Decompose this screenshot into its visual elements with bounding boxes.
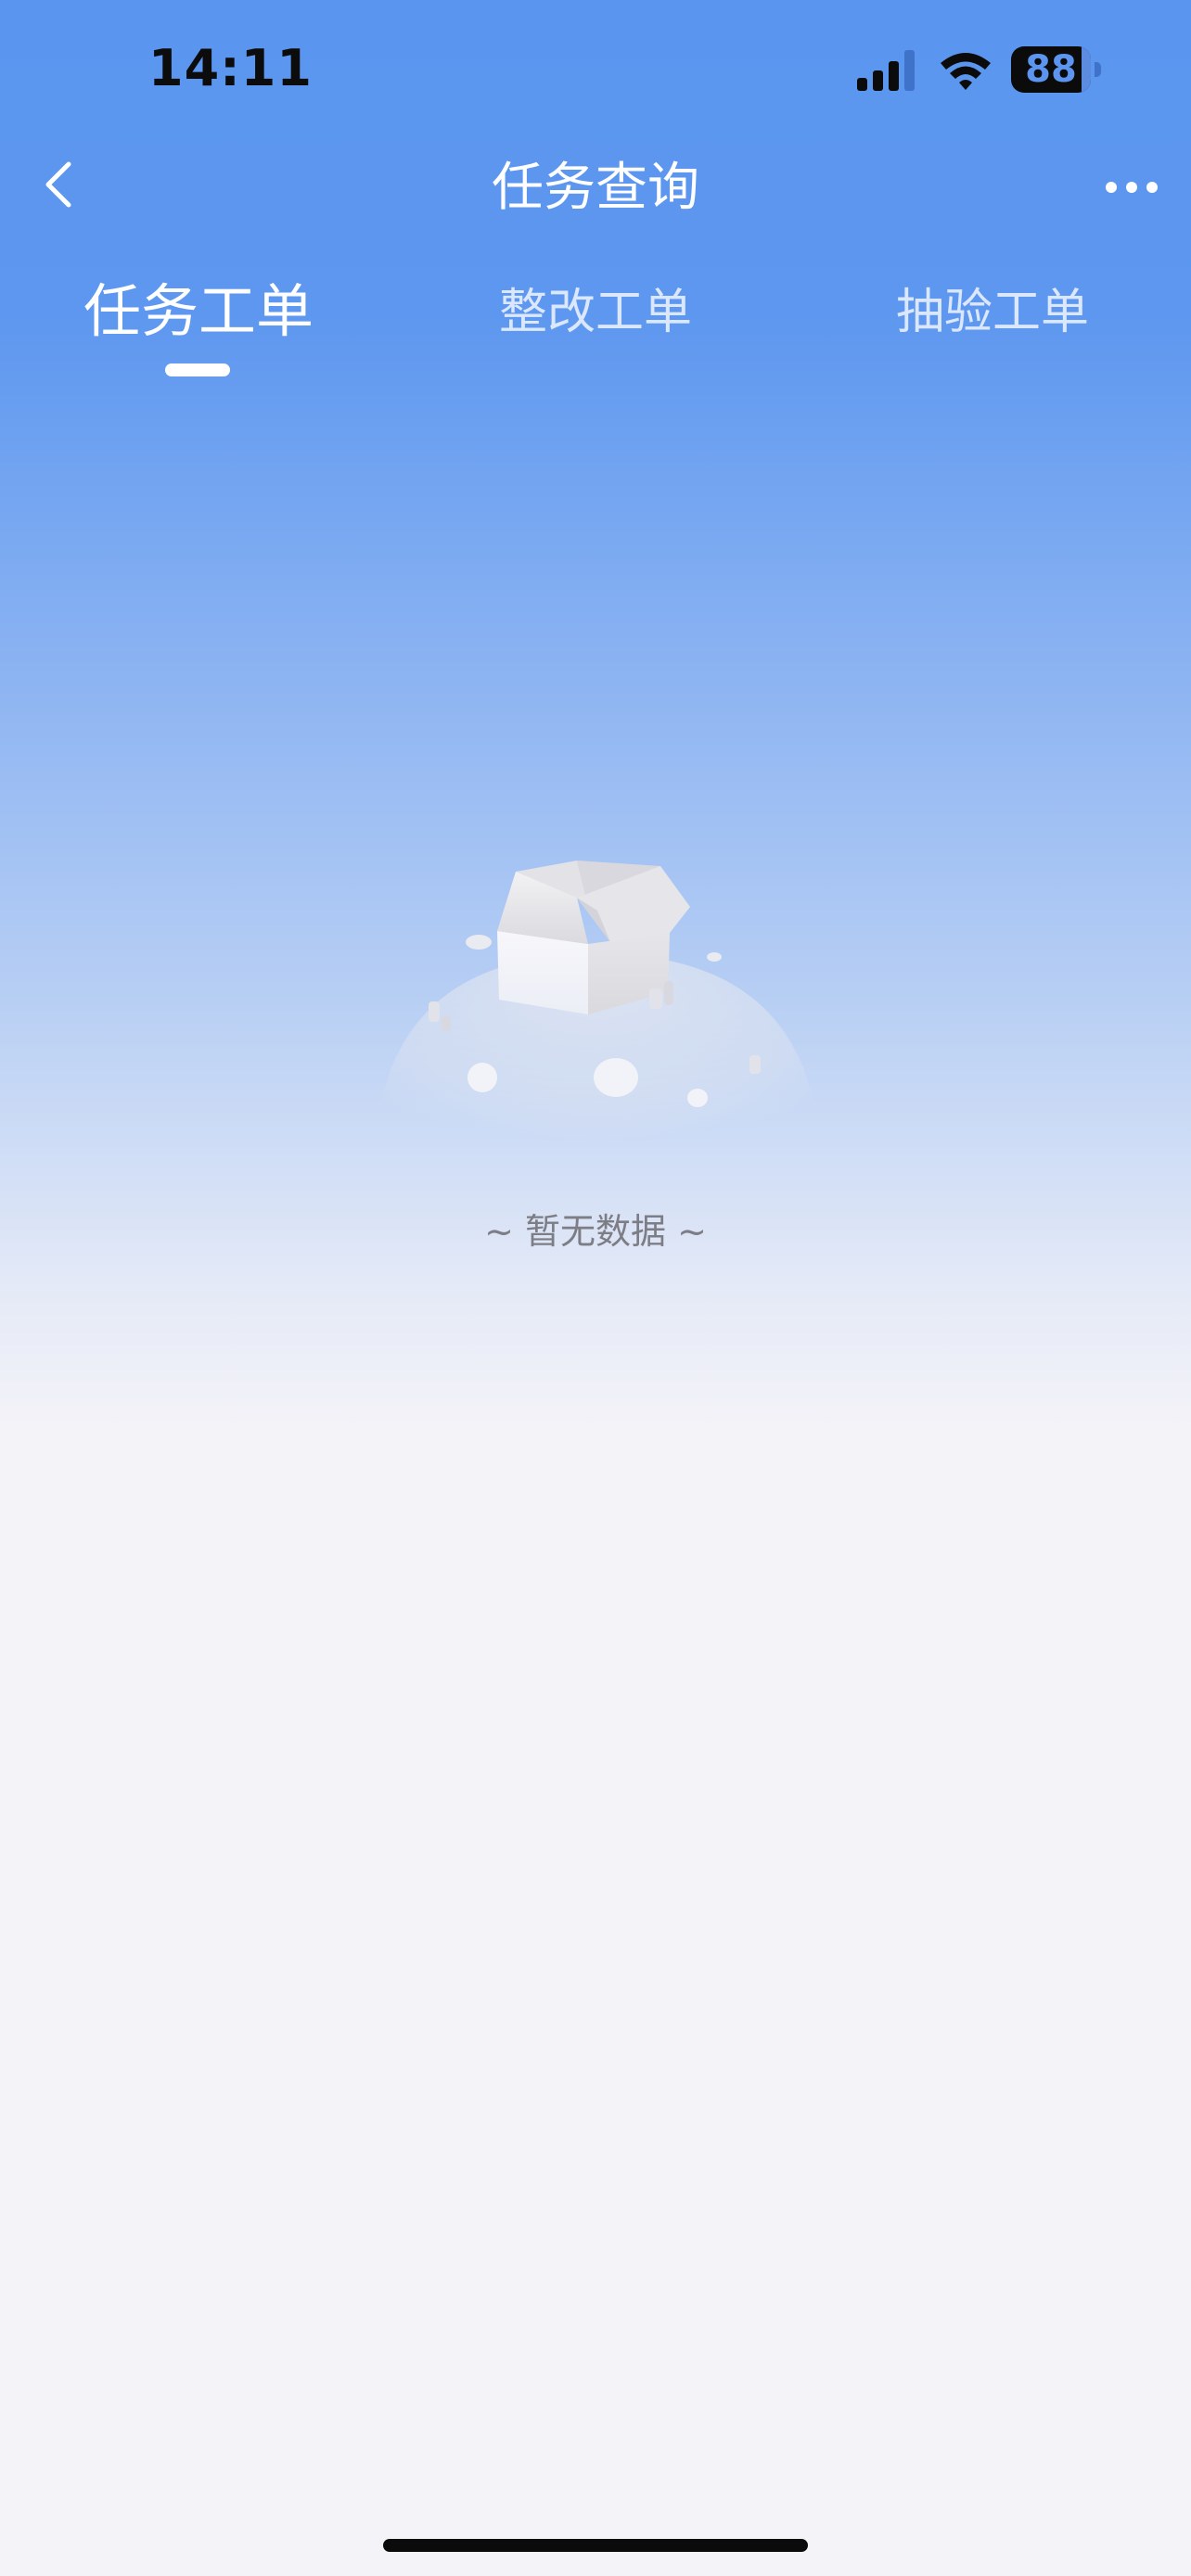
battery-percent: 88 (1025, 48, 1077, 91)
back-button[interactable] (26, 152, 91, 217)
home-indicator (383, 2539, 808, 2552)
tab-label: 整改工单 (498, 285, 692, 340)
status-time: 14:11 (148, 39, 313, 97)
cellular-signal-icon (857, 50, 915, 91)
ellipsis-icon (1106, 182, 1158, 193)
tab-label: 任务工单 (83, 277, 314, 345)
tab-rectification-work-order[interactable]: 整改工单 (397, 274, 794, 395)
empty-state-message: ~ 暂无数据 ~ (484, 1211, 707, 1252)
wifi-icon (941, 53, 991, 90)
battery-cap (1095, 62, 1101, 77)
battery-indicator: 88 (1011, 46, 1104, 93)
tab-sampling-work-order[interactable]: 抽验工单 (794, 274, 1191, 395)
tab-task-work-order[interactable]: 任务工单 (0, 274, 397, 395)
more-options-button[interactable] (1095, 158, 1169, 217)
chevron-left-icon (45, 161, 71, 208)
battery-body: 88 (1011, 46, 1091, 93)
status-bar: 14:11 88 (0, 0, 1191, 139)
task-query-page: 14:11 88 任务查询 任务工单 整改工单 抽验工单 ~ 暂无数据 ~ (0, 0, 1191, 2576)
active-tab-indicator (165, 363, 230, 376)
page-title: 任务查询 (492, 158, 699, 218)
tab-label: 抽验工单 (895, 285, 1089, 340)
open-box-icon (375, 861, 820, 1150)
work-order-tabs: 任务工单 整改工单 抽验工单 (0, 274, 1191, 395)
